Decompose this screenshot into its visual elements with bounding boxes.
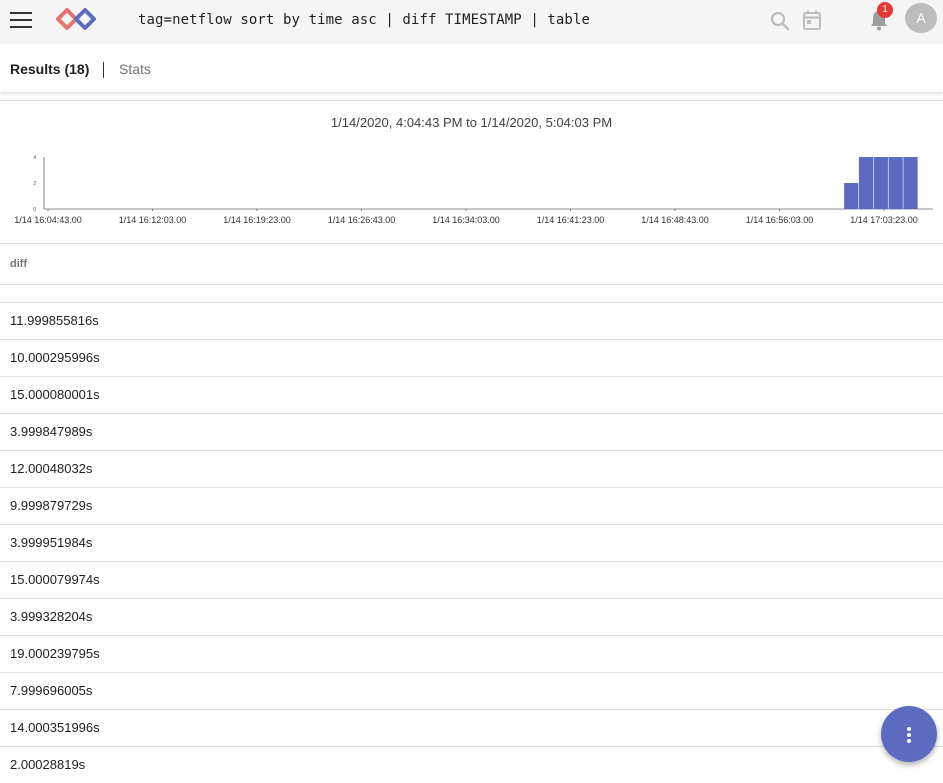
column-header-diff[interactable]: diff (10, 258, 27, 270)
diff-value: 14.000351996s (10, 720, 100, 735)
diff-value: 3.999951984s (10, 535, 93, 550)
x-tick-label: 1/14 16:12:03.00 (119, 215, 187, 225)
y-tick-label: 0 (33, 207, 36, 213)
diff-value: 3.999847989s (10, 424, 93, 439)
time-range: 1/14/2020, 4:04:43 PM to 1/14/2020, 5:04… (330, 115, 613, 130)
calendar-icon[interactable] (800, 8, 824, 32)
divider (0, 284, 943, 285)
histogram-bar (844, 183, 859, 209)
table-row[interactable]: 11.999855816s (0, 302, 943, 339)
table-row[interactable]: 14.000351996s (0, 709, 943, 746)
x-tick-label: 1/14 16:34:03.00 (432, 215, 500, 225)
divider (0, 243, 943, 244)
search-icon[interactable] (768, 9, 792, 33)
tab-stats[interactable]: Stats (119, 61, 151, 77)
x-tick-label: 1/14 16:19:23.00 (223, 215, 291, 225)
table-row[interactable]: 3.999328204s (0, 598, 943, 635)
y-tick-label: 4 (33, 155, 36, 161)
histogram-bar (873, 157, 888, 209)
diff-value: 11.999855816s (10, 313, 99, 328)
x-tick-label: 1/14 17:03:23.00 (850, 215, 918, 225)
divider (0, 100, 943, 101)
table-row[interactable]: 19.000239795s (0, 635, 943, 672)
app-logo[interactable] (56, 7, 98, 31)
menu-icon[interactable] (8, 8, 34, 32)
diff-value: 19.000239795s (10, 646, 100, 661)
timeline-chart[interactable]: 4 2 0 1/14 16:04:43.00 1/14 16:12:03.00 1/14 … (0, 148, 943, 230)
avatar[interactable]: A (905, 3, 937, 33)
tab-separator (103, 62, 104, 78)
histogram-bar (858, 157, 874, 209)
x-tick-label: 1/14 16:04:43.00 (14, 215, 82, 225)
x-tick-label: 1/14 16:48:43.00 (641, 215, 709, 225)
query-text[interactable]: tag=netflow sort by time asc | diff TIME… (138, 12, 590, 28)
table-row[interactable]: 12.00048032s (0, 450, 943, 487)
histogram-bar (903, 157, 918, 209)
diff-value: 2.00028819s (10, 757, 86, 772)
diff-value: 10.000295996s (10, 350, 100, 365)
x-tick-label: 1/14 16:56:03.00 (746, 215, 814, 225)
diff-value: 15.000079974s (10, 572, 100, 587)
table-row[interactable]: 15.000080001s (0, 376, 943, 413)
table-row[interactable]: 7.999696005s (0, 672, 943, 709)
table-row[interactable]: 15.000079974s (0, 561, 943, 598)
table-row[interactable]: 9.999879729s (0, 487, 943, 524)
diff-value: 7.999696005s (10, 683, 93, 698)
diff-value: 9.999879729s (10, 498, 93, 513)
table-row[interactable]: 3.999951984s (0, 524, 943, 561)
table-row[interactable]: 10.000295996s (0, 339, 943, 376)
table-row[interactable]: 2.00028819s (0, 746, 943, 783)
diff-value: 3.999328204s (10, 609, 93, 624)
diff-value: 15.000080001s (10, 387, 100, 402)
table-row[interactable]: 3.999847989s (0, 413, 943, 450)
x-tick-label: 1/14 16:41:23.00 (537, 215, 605, 225)
diff-value: 12.00048032s (10, 461, 93, 476)
y-tick-label: 2 (33, 181, 36, 187)
tab-results[interactable]: Results (18) (10, 61, 89, 77)
more-actions-button[interactable] (881, 706, 937, 762)
histogram-bar (888, 157, 903, 209)
notification-badge: 1 (877, 2, 893, 18)
x-tick-label: 1/14 16:26:43.00 (328, 215, 396, 225)
top-app-bar: tag=netflow sort by time asc | diff TIME… (0, 0, 943, 44)
results-tabs: Results (18) Stats (0, 44, 943, 92)
